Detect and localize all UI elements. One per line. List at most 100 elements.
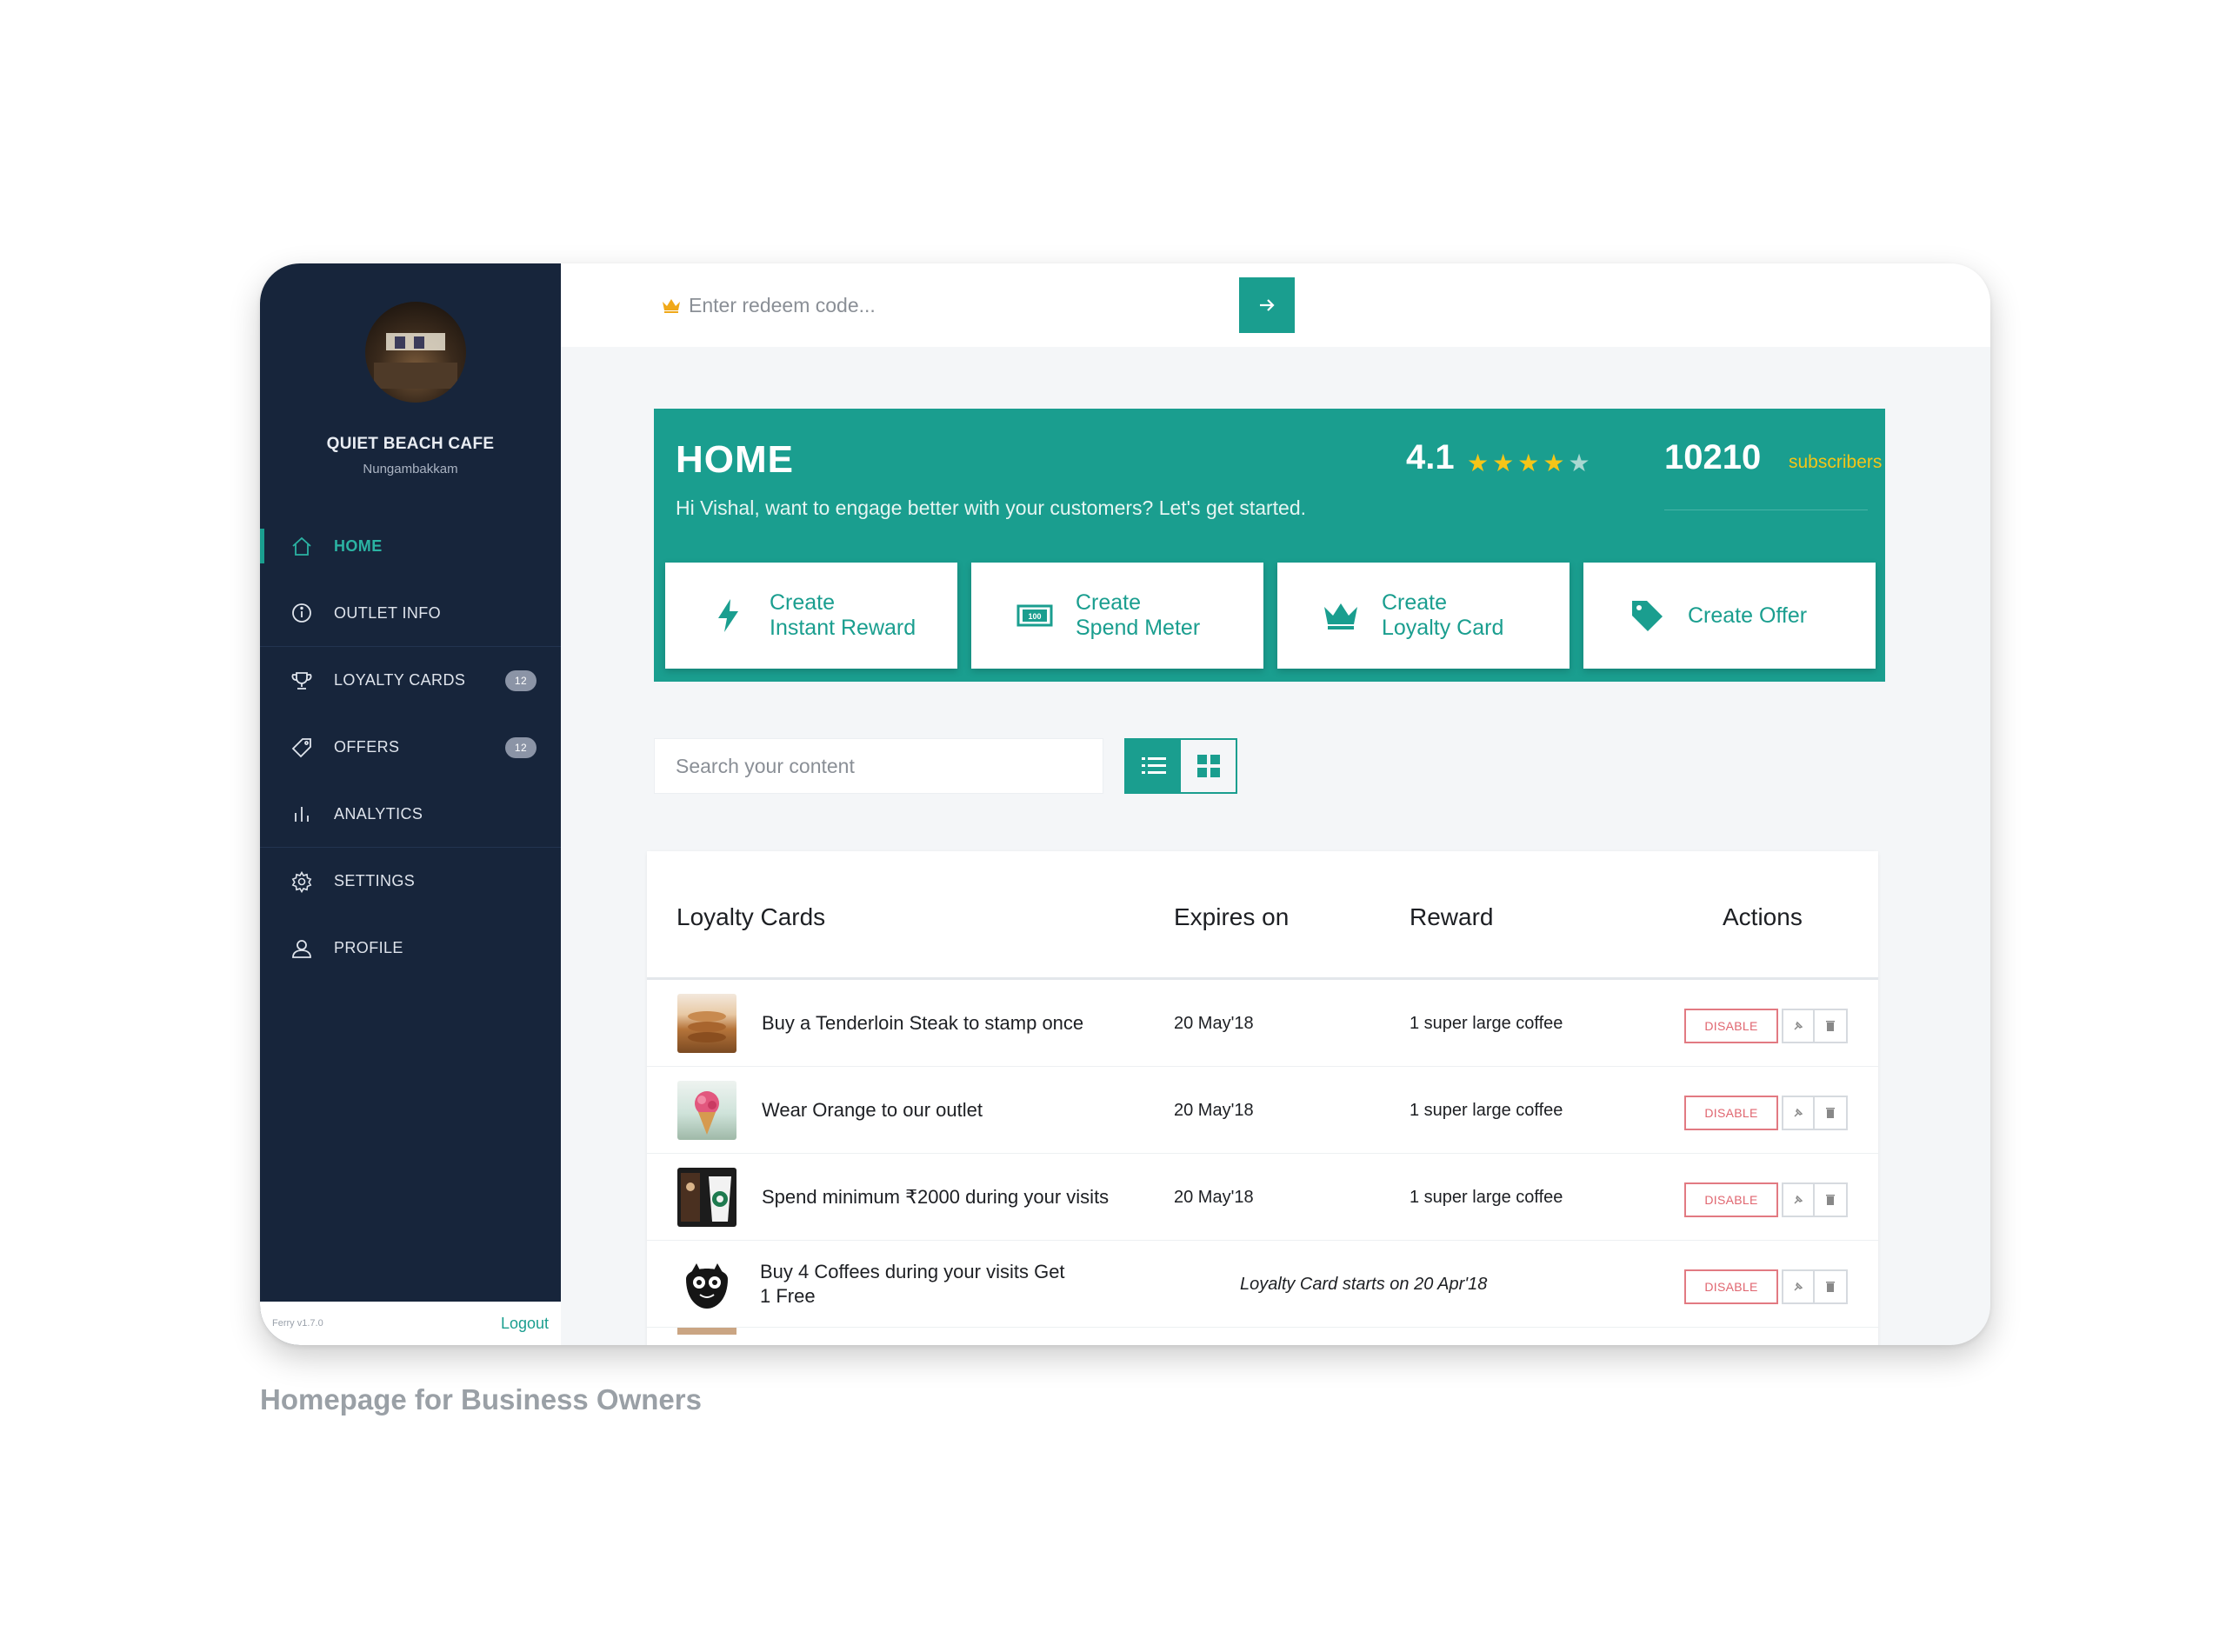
home-hero: HOME Hi Vishal, want to engage better wi… bbox=[654, 409, 1885, 682]
home-icon bbox=[290, 535, 314, 559]
card-thumbnail bbox=[677, 1328, 736, 1335]
sidebar-item-label: ANALYTICS bbox=[334, 804, 423, 823]
disable-button[interactable]: DISABLE bbox=[1684, 1269, 1778, 1304]
rating-value: 4.1 bbox=[1406, 438, 1455, 476]
page-title: HOME bbox=[676, 438, 794, 481]
pin-icon bbox=[1794, 1108, 1803, 1117]
disable-button[interactable]: DISABLE bbox=[1684, 1182, 1778, 1217]
star-icon: ★ bbox=[1543, 450, 1569, 476]
cafe-location: Nungambakkam bbox=[363, 462, 458, 476]
trash-icon bbox=[1826, 1282, 1835, 1292]
bar-chart-icon bbox=[290, 802, 314, 826]
banknote-icon: 100 bbox=[1011, 592, 1058, 639]
action-label-line1: Create bbox=[1382, 590, 1448, 615]
info-icon bbox=[290, 601, 314, 625]
sidebar-item-label: OFFERS bbox=[334, 738, 400, 756]
star-icon: ★ bbox=[1568, 450, 1594, 476]
card-reward: 1 super large coffee bbox=[1410, 1187, 1563, 1207]
list-view-button[interactable] bbox=[1126, 740, 1181, 792]
user-icon bbox=[290, 936, 314, 961]
action-label-line2: Spend Meter bbox=[1076, 616, 1201, 640]
action-label-line1: Create bbox=[1076, 590, 1142, 615]
trash-icon bbox=[1826, 1021, 1835, 1031]
gear-icon bbox=[290, 869, 314, 894]
sidebar-footer: Ferry v1.7.0 Logout bbox=[260, 1302, 561, 1345]
card-title: Buy a Tenderloin Steak to stamp once bbox=[762, 1012, 1084, 1034]
price-tag-icon bbox=[1623, 592, 1670, 639]
card-thumbnail bbox=[677, 1168, 736, 1227]
star-icon: ★ bbox=[1492, 450, 1518, 476]
disable-button[interactable]: DISABLE bbox=[1684, 1009, 1778, 1043]
row-actions: DISABLE bbox=[1684, 1182, 1848, 1217]
action-label: Create Offer bbox=[1688, 603, 1808, 628]
view-toggle bbox=[1124, 738, 1237, 794]
sidebar-nav: HOME OUTLET INFO LOYALTY CARDS 12 OFFERS… bbox=[260, 513, 561, 982]
sidebar-item-label: SETTINGS bbox=[334, 872, 416, 889]
table-header: Loyalty Cards Expires on Reward Actions bbox=[647, 851, 1878, 980]
sidebar-item-home[interactable]: HOME bbox=[260, 513, 561, 580]
create-loyalty-card-button[interactable]: Create Loyalty Card bbox=[1277, 563, 1570, 669]
delete-button[interactable] bbox=[1815, 1269, 1848, 1304]
loyalty-cards-table: Loyalty Cards Expires on Reward Actions … bbox=[647, 851, 1878, 1345]
sidebar-item-loyalty-cards[interactable]: LOYALTY CARDS 12 bbox=[260, 647, 561, 714]
create-offer-button[interactable]: Create Offer bbox=[1583, 563, 1876, 669]
row-actions: DISABLE bbox=[1684, 1009, 1848, 1043]
sidebar-item-offers[interactable]: OFFERS 12 bbox=[260, 714, 561, 781]
pin-icon bbox=[1794, 1195, 1803, 1204]
sidebar-item-label: OUTLET INFO bbox=[334, 603, 442, 622]
card-title: Spend minimum ₹2000 during your visits bbox=[762, 1186, 1110, 1208]
logout-link[interactable]: Logout bbox=[501, 1315, 549, 1333]
row-actions: DISABLE bbox=[1684, 1096, 1848, 1130]
delete-button[interactable] bbox=[1815, 1096, 1848, 1130]
card-title: Wear Orange to our outlet bbox=[762, 1099, 983, 1121]
tag-icon bbox=[290, 736, 314, 760]
column-header-actions: Actions bbox=[1723, 903, 1803, 930]
sidebar-item-analytics[interactable]: ANALYTICS bbox=[260, 781, 561, 848]
card-reward: 1 super large coffee bbox=[1410, 1100, 1563, 1120]
grid-view-button[interactable] bbox=[1181, 740, 1236, 792]
redeem-submit-button[interactable] bbox=[1239, 277, 1295, 333]
table-row: Buy a Tenderloin Steak to stamp once 20 … bbox=[647, 980, 1878, 1067]
card-expiry: 20 May'18 bbox=[1174, 1187, 1254, 1207]
sidebar-item-outlet-info[interactable]: OUTLET INFO bbox=[260, 580, 561, 647]
pin-button[interactable] bbox=[1782, 1182, 1815, 1217]
disable-button[interactable]: DISABLE bbox=[1684, 1096, 1778, 1130]
delete-button[interactable] bbox=[1815, 1009, 1848, 1043]
card-reward: 1 super large coffee bbox=[1410, 1013, 1563, 1033]
action-label-line1: Create bbox=[770, 590, 836, 615]
card-thumbnail bbox=[677, 1081, 736, 1140]
card-thumbnail bbox=[677, 994, 736, 1053]
pin-button[interactable] bbox=[1782, 1269, 1815, 1304]
topbar: VJ bbox=[561, 263, 1990, 347]
sidebar-item-settings[interactable]: SETTINGS bbox=[260, 848, 561, 915]
redeem-field bbox=[661, 277, 1026, 333]
trophy-icon bbox=[290, 669, 314, 693]
create-instant-reward-button[interactable]: Create Instant Reward bbox=[665, 563, 957, 669]
pin-button[interactable] bbox=[1782, 1096, 1815, 1130]
table-row: Buy 4 Coffees during your visits Get 1 F… bbox=[647, 1241, 1878, 1328]
column-header-reward: Reward bbox=[1410, 903, 1494, 930]
table-row: Wear Orange to our outlet 20 May'18 1 su… bbox=[647, 1067, 1878, 1154]
search-input[interactable] bbox=[676, 754, 1084, 778]
sidebar: QUIET BEACH CAFE Nungambakkam HOME OUTLE… bbox=[260, 263, 561, 1345]
svg-text:100: 100 bbox=[1028, 612, 1041, 621]
lightning-icon bbox=[705, 592, 752, 639]
table-row bbox=[647, 1328, 1878, 1345]
sidebar-item-profile[interactable]: PROFILE bbox=[260, 915, 561, 982]
card-title: Buy 4 Coffees during your visits Get 1 F… bbox=[760, 1261, 1065, 1307]
row-actions: DISABLE bbox=[1684, 1269, 1848, 1304]
rating-stars: ★★★★★ bbox=[1467, 449, 1594, 477]
pin-button[interactable] bbox=[1782, 1009, 1815, 1043]
loyalty-count-badge: 12 bbox=[505, 669, 537, 691]
action-label-line2: Loyalty Card bbox=[1382, 616, 1504, 640]
app-window: QUIET BEACH CAFE Nungambakkam HOME OUTLE… bbox=[260, 263, 1990, 1345]
delete-button[interactable] bbox=[1815, 1182, 1848, 1217]
crown-icon bbox=[663, 299, 680, 313]
offers-count-badge: 12 bbox=[505, 736, 537, 758]
trash-icon bbox=[1826, 1195, 1835, 1205]
table-row: Spend minimum ₹2000 during your visits 2… bbox=[647, 1154, 1878, 1241]
figure-caption: Homepage for Business Owners bbox=[260, 1383, 702, 1416]
create-spend-meter-button[interactable]: 100 Create Spend Meter bbox=[971, 563, 1263, 669]
sidebar-item-label: PROFILE bbox=[334, 939, 403, 956]
redeem-code-input[interactable] bbox=[689, 293, 984, 317]
